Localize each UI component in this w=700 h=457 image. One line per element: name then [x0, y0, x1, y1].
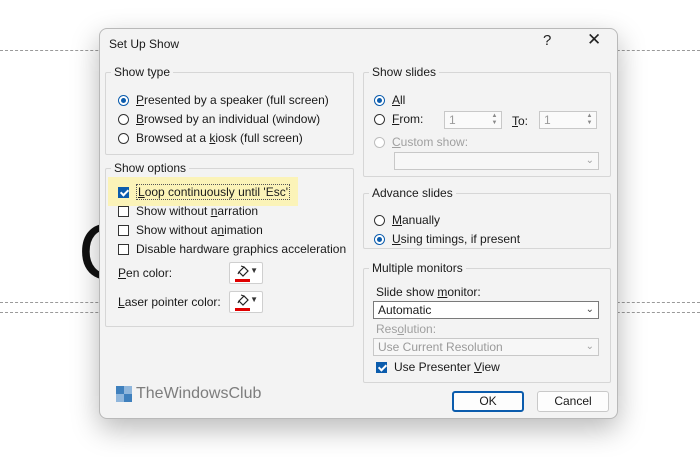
resolution-label: Resolution: — [376, 322, 437, 336]
radio-icon[interactable] — [374, 214, 385, 226]
multiple-monitors-legend: Multiple monitors — [372, 261, 463, 275]
paint-bucket-icon — [237, 294, 249, 306]
pen-color-button[interactable]: ▼ — [229, 262, 263, 284]
option-label: Manually — [392, 213, 441, 227]
chevron-down-icon: ▼ — [250, 295, 258, 304]
chevron-down-icon: ⌄ — [585, 155, 594, 166]
checkbox-label: Disable hardware graphics acceleration — [136, 242, 347, 256]
option-label: Custom show: — [392, 135, 469, 149]
to-label: To: — [512, 114, 529, 128]
radio-selected-icon[interactable] — [374, 233, 385, 245]
checkbox-icon[interactable] — [118, 205, 129, 217]
advance-manually-option[interactable]: Manually — [374, 213, 440, 227]
checkbox-label: Show without narration — [136, 204, 259, 218]
cancel-button[interactable]: Cancel — [537, 391, 609, 412]
advance-slides-legend: Advance slides — [372, 186, 453, 200]
checkbox-checked-icon[interactable] — [376, 361, 387, 373]
presenter-view-checkbox[interactable]: Use Presenter View — [376, 360, 500, 374]
loop-continuously-checkbox[interactable]: Loop continuously until 'Esc' — [118, 184, 291, 200]
spin-arrows-icon[interactable]: ▲ ▼ — [584, 113, 595, 127]
from-value: 1 — [449, 113, 456, 127]
advance-timings-option[interactable]: Using timings, if present — [374, 232, 520, 246]
from-slide-spinner[interactable]: 1 ▲ ▼ — [444, 111, 502, 129]
option-label: Using timings, if present — [392, 232, 521, 246]
watermark-text: TheWindowsClub — [136, 385, 262, 402]
slides-custom-option[interactable]: Custom show: — [374, 135, 468, 149]
laser-color-button[interactable]: ▼ — [229, 291, 263, 313]
radio-disabled-icon[interactable] — [374, 136, 385, 148]
checkbox-label: Use Presenter View — [394, 360, 500, 374]
checkbox-icon[interactable] — [118, 243, 129, 255]
monitor-label: Slide show monitor: — [376, 285, 481, 299]
chevron-down-icon: ⌄ — [585, 304, 594, 315]
to-slide-spinner[interactable]: 1 ▲ ▼ — [539, 111, 597, 129]
resolution-select[interactable]: Use Current Resolution ⌄ — [373, 338, 599, 356]
dialog-overlay: Loop continuously until 'Esc' Show witho… — [99, 28, 618, 419]
paint-bucket-icon — [237, 265, 249, 277]
checkbox-icon[interactable] — [118, 224, 129, 236]
spin-arrows-icon[interactable]: ▲ ▼ — [489, 113, 500, 127]
disable-hw-acceleration-checkbox[interactable]: Disable hardware graphics acceleration — [118, 242, 346, 256]
without-narration-checkbox[interactable]: Show without narration — [118, 204, 258, 218]
watermark: TheWindowsClub — [116, 385, 261, 403]
ok-button[interactable]: OK — [452, 391, 524, 412]
slide-show-monitor-select[interactable]: Automatic ⌄ — [373, 301, 599, 319]
checkbox-checked-icon[interactable] — [118, 186, 129, 198]
chevron-down-icon: ⌄ — [585, 341, 594, 352]
checkbox-label: Loop continuously until 'Esc' — [136, 184, 291, 200]
radio-selected-icon[interactable] — [374, 94, 385, 106]
laser-color-label: Laser pointer color: — [118, 295, 221, 309]
without-animation-checkbox[interactable]: Show without animation — [118, 223, 263, 237]
option-label: From: — [392, 112, 424, 126]
laser-color-swatch — [235, 308, 250, 311]
slides-all-option[interactable]: All — [374, 93, 405, 107]
custom-show-select[interactable]: ⌄ — [394, 152, 599, 170]
chevron-down-icon: ▼ — [250, 266, 258, 275]
radio-icon[interactable] — [374, 113, 385, 125]
pen-color-swatch — [235, 279, 250, 282]
pen-color-label: Pen color: — [118, 266, 173, 280]
slides-from-option[interactable]: From: — [374, 112, 423, 126]
show-slides-legend: Show slides — [372, 65, 437, 79]
to-value: 1 — [544, 113, 551, 127]
option-label: All — [392, 93, 406, 107]
checkbox-label: Show without animation — [136, 223, 263, 237]
windows-club-logo-icon — [116, 386, 132, 402]
